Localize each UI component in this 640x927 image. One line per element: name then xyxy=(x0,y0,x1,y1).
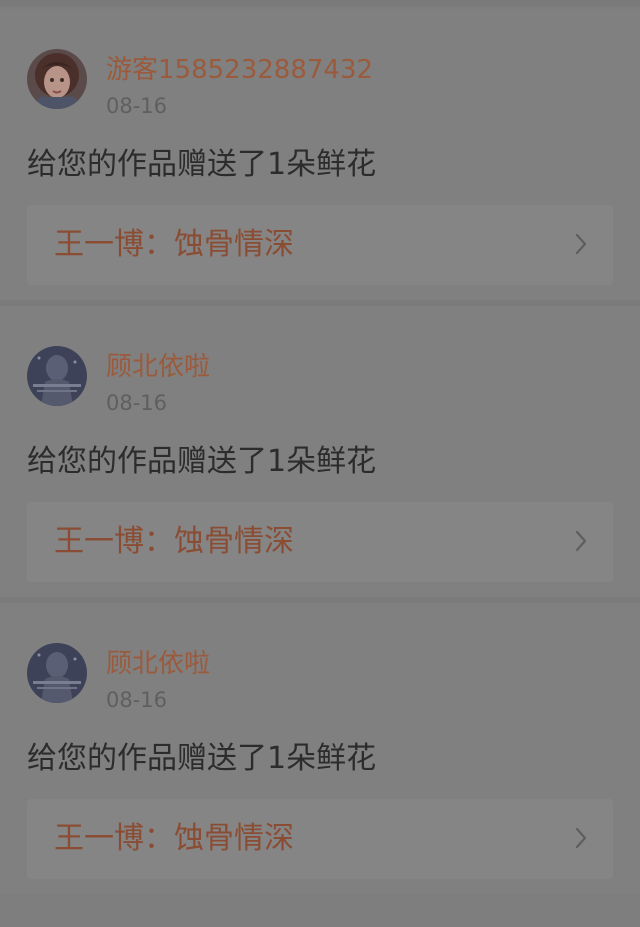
chevron-right-icon xyxy=(575,233,587,255)
timestamp: 08-16 xyxy=(106,391,168,415)
timestamp: 08-16 xyxy=(106,688,168,712)
timestamp: 08-16 xyxy=(106,94,168,118)
night-scene-avatar-icon xyxy=(27,643,87,703)
username[interactable]: 顾北依啦 xyxy=(106,350,210,384)
user-avatar[interactable] xyxy=(27,49,87,109)
chevron-right-icon xyxy=(575,530,587,552)
work-title: 王一博：蚀骨情深 xyxy=(54,524,294,559)
user-avatar[interactable] xyxy=(27,643,87,703)
work-title: 王一博：蚀骨情深 xyxy=(54,227,294,262)
work-link[interactable]: 王一博：蚀骨情深 xyxy=(27,205,613,285)
chevron-right-icon xyxy=(575,827,587,849)
gift-notification-card: 游客1585232887432 08-16 给您的作品赠送了1朵鲜花 王一博：蚀… xyxy=(0,9,640,300)
username[interactable]: 顾北依啦 xyxy=(106,647,210,681)
user-avatar[interactable] xyxy=(27,346,87,406)
username[interactable]: 游客1585232887432 xyxy=(106,53,373,87)
work-link[interactable]: 王一博：蚀骨情深 xyxy=(27,799,613,879)
girl-portrait-avatar-icon xyxy=(27,49,87,109)
top-strip xyxy=(0,0,640,6)
gift-message: 给您的作品赠送了1朵鲜花 xyxy=(27,444,377,479)
work-link[interactable]: 王一博：蚀骨情深 xyxy=(27,502,613,582)
gift-message: 给您的作品赠送了1朵鲜花 xyxy=(27,741,377,776)
night-scene-avatar-icon xyxy=(27,346,87,406)
gift-notification-card: 顾北依啦 08-16 给您的作品赠送了1朵鲜花 王一博：蚀骨情深 xyxy=(0,306,640,597)
work-title: 王一博：蚀骨情深 xyxy=(54,821,294,856)
gift-message: 给您的作品赠送了1朵鲜花 xyxy=(27,147,377,182)
gift-notification-card: 顾北依啦 08-16 给您的作品赠送了1朵鲜花 王一博：蚀骨情深 xyxy=(0,603,640,894)
